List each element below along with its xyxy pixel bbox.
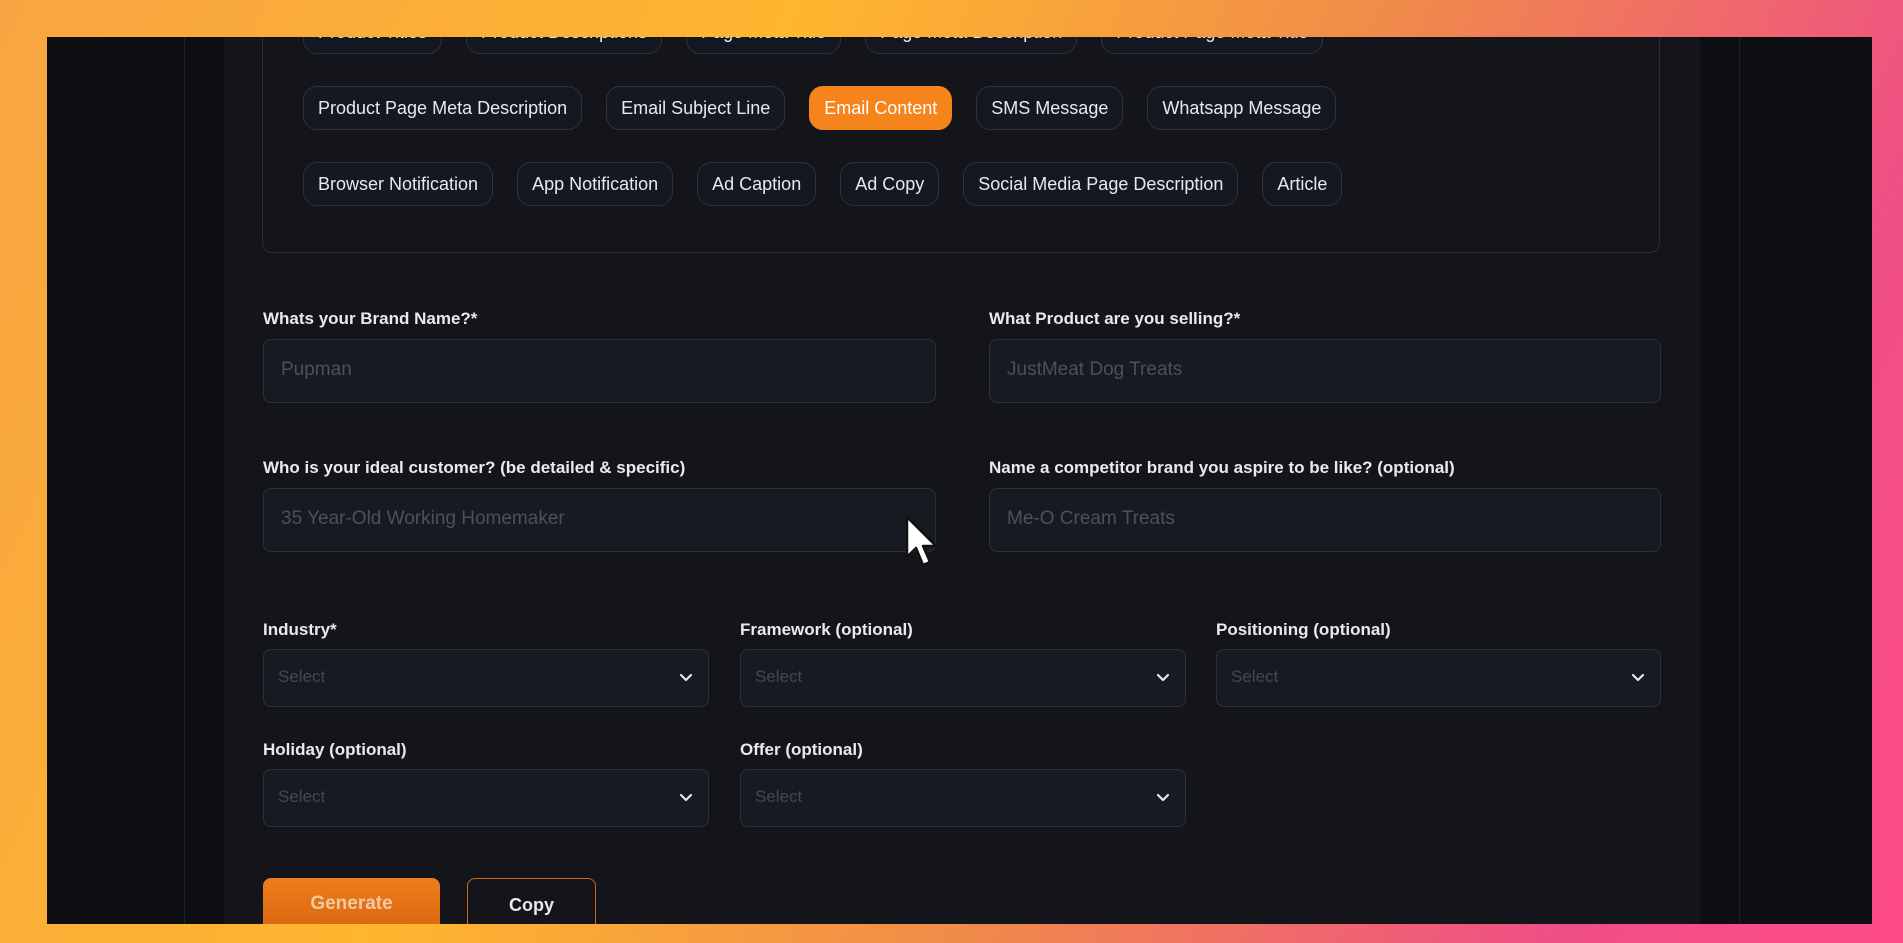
framework-label: Framework (optional) <box>740 620 913 639</box>
offer-select-value: Select <box>755 787 803 806</box>
holiday-label: Holiday (optional) <box>263 740 407 759</box>
industry-select-value: Select <box>278 667 326 686</box>
chip-app-notification[interactable]: App Notification <box>517 162 674 206</box>
offer-select[interactable]: Select <box>740 769 1186 827</box>
chevron-down-icon <box>679 793 693 802</box>
left-rail-divider <box>184 37 185 924</box>
chip-browser-notification[interactable]: Browser Notification <box>303 162 494 206</box>
chevron-down-icon <box>1156 793 1170 802</box>
product-label: What Product are you selling?* <box>989 309 1241 328</box>
chip-social-media-page-description[interactable]: Social Media Page Description <box>963 162 1239 206</box>
content-type-selector: Product Titles Product Descriptions Page… <box>262 37 1660 253</box>
competitor-label: Name a competitor brand you aspire to be… <box>989 458 1455 477</box>
industry-select[interactable]: Select <box>263 649 709 707</box>
chip-sms-message[interactable]: SMS Message <box>976 86 1124 130</box>
chip-ad-caption[interactable]: Ad Caption <box>697 162 817 206</box>
chevron-down-icon <box>1631 673 1645 682</box>
brand-name-label: Whats your Brand Name?* <box>263 309 478 328</box>
framework-select-value: Select <box>755 667 803 686</box>
competitor-input[interactable]: Me-O Cream Treats <box>989 488 1661 552</box>
positioning-label: Positioning (optional) <box>1216 620 1391 639</box>
brand-name-input[interactable]: Pupman <box>263 339 936 403</box>
right-rail-divider <box>1739 37 1740 924</box>
offer-label: Offer (optional) <box>740 740 863 759</box>
content-type-row-1: Product Titles Product Descriptions Page… <box>303 37 1324 54</box>
gradient-frame: Product Titles Product Descriptions Page… <box>0 0 1903 943</box>
chip-product-page-meta-title[interactable]: Product Page Meta Title <box>1101 37 1324 54</box>
ideal-customer-input[interactable]: 35 Year-Old Working Homemaker <box>263 488 936 552</box>
industry-label: Industry* <box>263 620 337 639</box>
ideal-customer-label: Who is your ideal customer? (be detailed… <box>263 458 686 477</box>
chevron-down-icon <box>679 673 693 682</box>
generate-button[interactable]: Generate <box>263 878 440 924</box>
content-type-row-2: Product Page Meta Description Email Subj… <box>303 86 1337 130</box>
chevron-down-icon <box>1156 673 1170 682</box>
chip-product-titles[interactable]: Product Titles <box>303 37 443 54</box>
generator-form-panel: Product Titles Product Descriptions Page… <box>224 37 1700 924</box>
positioning-select[interactable]: Select <box>1216 649 1661 707</box>
chip-page-meta-title[interactable]: Page Meta Title <box>686 37 842 54</box>
mouse-cursor-icon <box>905 515 938 567</box>
chip-email-content[interactable]: Email Content <box>809 86 953 130</box>
copy-button[interactable]: Copy <box>467 878 596 924</box>
framework-select[interactable]: Select <box>740 649 1186 707</box>
content-type-row-3: Browser Notification App Notification Ad… <box>303 162 1343 206</box>
positioning-select-value: Select <box>1231 667 1279 686</box>
holiday-select[interactable]: Select <box>263 769 709 827</box>
chip-email-subject-line[interactable]: Email Subject Line <box>606 86 786 130</box>
product-input[interactable]: JustMeat Dog Treats <box>989 339 1661 403</box>
chip-product-descriptions[interactable]: Product Descriptions <box>466 37 663 54</box>
chip-whatsapp-message[interactable]: Whatsapp Message <box>1147 86 1337 130</box>
chip-article[interactable]: Article <box>1262 162 1343 206</box>
chip-page-meta-description[interactable]: Page Meta Description <box>865 37 1078 54</box>
app-screen: Product Titles Product Descriptions Page… <box>47 37 1872 924</box>
chip-product-page-meta-description[interactable]: Product Page Meta Description <box>303 86 583 130</box>
holiday-select-value: Select <box>278 787 326 806</box>
chip-ad-copy[interactable]: Ad Copy <box>840 162 940 206</box>
